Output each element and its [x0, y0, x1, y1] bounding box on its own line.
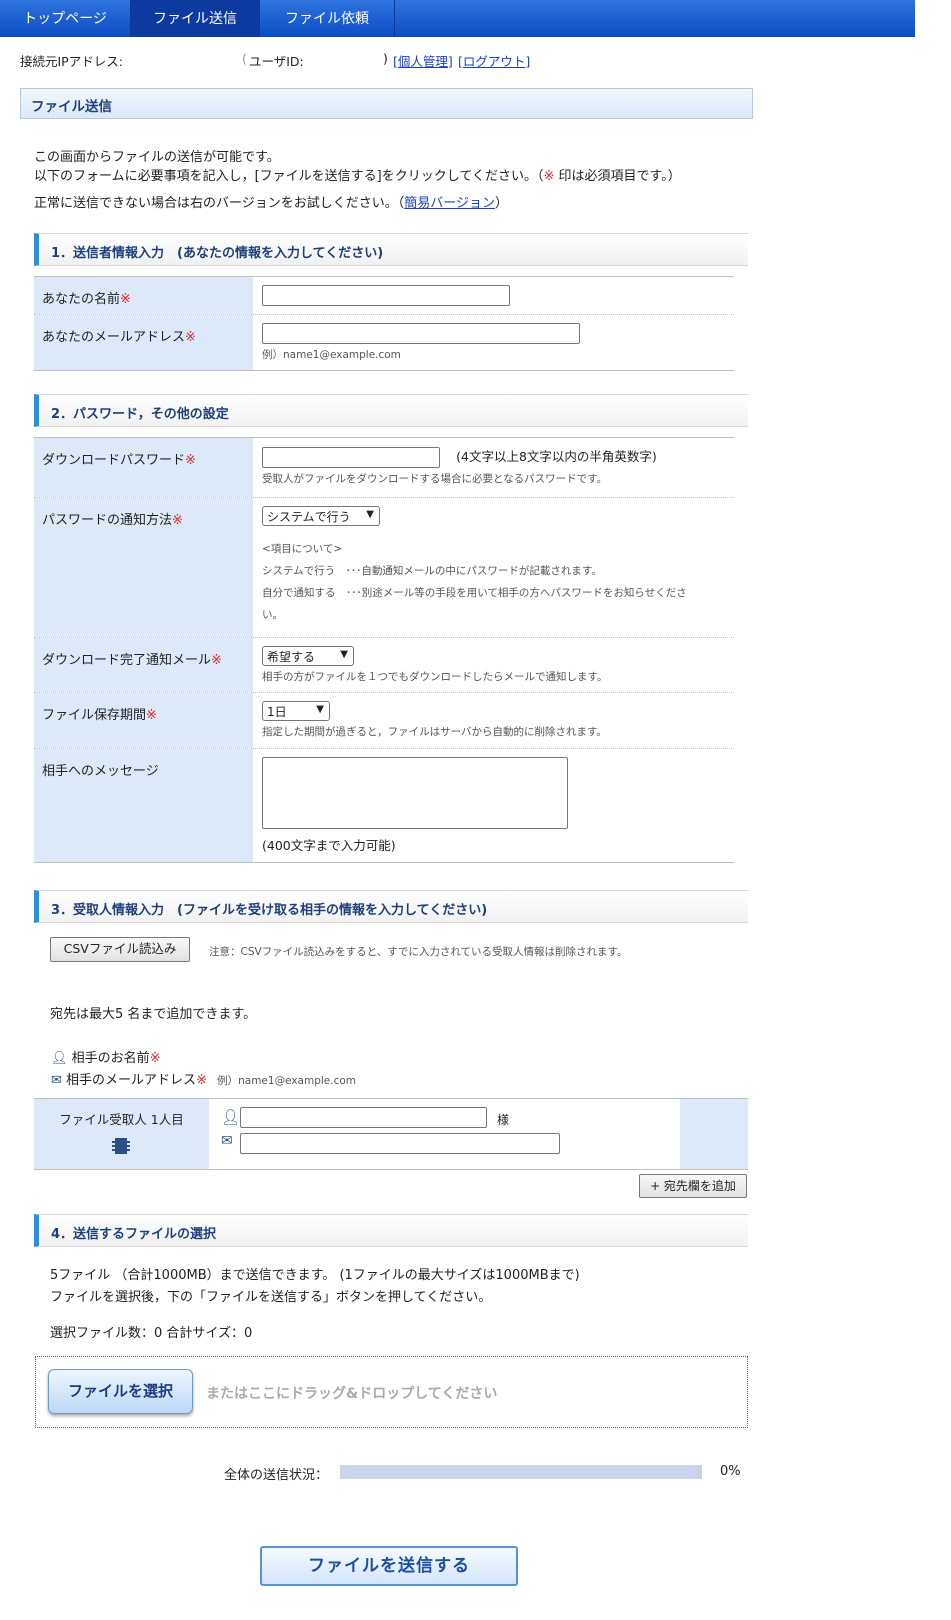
settings-form-table: ダウンロードパスワード※ (4文字以上8文字以内の半角英数字) 受取人がファイル…	[34, 437, 734, 863]
nav-tab-send-file[interactable]: ファイル送信	[131, 0, 260, 37]
honorific-label: 様	[497, 1113, 510, 1127]
progress-percent: 0%	[720, 1464, 741, 1479]
nav-tab-top[interactable]: トップページ	[0, 0, 131, 37]
send-file-button[interactable]: ファイルを送信する	[260, 1546, 518, 1586]
notify-method-select[interactable]: システムで行う ▼	[262, 506, 380, 526]
chevron-down-icon: ▼	[316, 704, 324, 715]
complete-notify-label: ダウンロード完了通知メール※	[34, 638, 253, 692]
person-icon: 👤︎	[51, 1051, 68, 1066]
intro-line-3: 正常に送信できない場合は右のバージョンをお試しください。（簡易バージョン）	[34, 196, 509, 211]
logout-link[interactable]: [ログアウト]	[458, 54, 530, 69]
ip-label: 接続元IPアドレス:	[20, 54, 123, 69]
page-title: ファイル送信	[20, 88, 753, 119]
section-sender-info: 1．送信者情報入力 (あなたの情報を入力してください)	[34, 233, 748, 266]
sender-email-label: あなたのメールアドレス※	[34, 315, 253, 370]
intro-line-1: この画面からファイルの送信が可能です。	[34, 150, 280, 165]
download-password-input[interactable]	[262, 447, 440, 468]
legend-name: 👤︎ 相手のお名前※	[51, 1051, 161, 1066]
message-textarea[interactable]	[262, 757, 568, 829]
drop-hint: またはここにドラッグ&ドロップしてください	[206, 1386, 498, 1402]
message-limit-note: (400文字まで入力可能)	[262, 838, 396, 853]
csv-note: 注意：CSVファイル読込みをすると、すでに入力されている受取人情報は削除されます…	[209, 946, 628, 958]
recipient-label: ファイル受取人 1人目	[59, 1112, 184, 1127]
message-label: 相手へのメッセージ	[34, 749, 253, 862]
progress-label: 全体の送信状況：	[224, 1468, 329, 1483]
legend-email: ✉︎ 相手のメールアドレス※ 例）name1@example.com	[51, 1073, 357, 1088]
nav-tab-file-request[interactable]: ファイル依頼	[260, 0, 395, 37]
password-hint: (4文字以上8文字以内の半角英数字)	[456, 449, 657, 464]
intro-line-2: 以下のフォームに必要事項を記入し，[ファイルを送信する]をクリックしてください。…	[34, 169, 681, 184]
add-recipient-button[interactable]: + 宛先欄を追加	[639, 1174, 747, 1198]
sender-name-label: あなたの名前※	[34, 277, 253, 314]
recipient-row: ファイル受取人 1人目 👤︎ 様 ✉︎	[34, 1098, 748, 1170]
storage-period-label: ファイル保存期間※	[34, 693, 253, 748]
sender-email-input[interactable]	[262, 323, 580, 344]
notify-about: <項目について>	[262, 543, 343, 555]
complete-notify-select[interactable]: 希望する ▼	[262, 646, 354, 666]
top-nav: トップページ ファイル送信 ファイル依頼	[0, 0, 915, 37]
paren-open: (	[242, 51, 247, 66]
chevron-down-icon: ▼	[366, 509, 374, 520]
section-password-settings: 2．パスワード，その他の設定	[34, 394, 748, 427]
mail-icon: ✉︎	[51, 1073, 62, 1088]
sender-email-example: 例）name1@example.com	[262, 349, 401, 361]
max-recipients-text: 宛先は最大5 名まで追加できます。	[50, 1007, 257, 1022]
recipient-name-input[interactable]	[240, 1107, 487, 1128]
storage-period-select[interactable]: 1日 ▼	[262, 701, 330, 721]
personal-settings-link[interactable]: [個人管理]	[393, 54, 453, 69]
file-instruction-text: ファイルを選択後，下の「ファイルを送信する」ボタンを押してください。	[50, 1290, 492, 1305]
overall-progress-bar	[340, 1465, 702, 1479]
notify-option-self-cont: い。	[262, 609, 283, 621]
select-file-button[interactable]: ファイルを選択	[48, 1369, 193, 1414]
notify-option-self: 自分で通知する ･･･別途メール等の手段を用いて相手の方へパスワードをお知らせく…	[262, 587, 687, 599]
mail-icon: ✉︎	[221, 1133, 233, 1149]
sender-form-table: あなたの名前※ あなたのメールアドレス※ 例）name1@example.com	[34, 276, 734, 371]
simple-version-link[interactable]: 簡易バージョン	[404, 196, 495, 211]
csv-import-button[interactable]: CSVファイル読込み	[50, 937, 190, 962]
section-file-select: 4．送信するファイルの選択	[34, 1214, 748, 1247]
notify-method-label: パスワードの通知方法※	[34, 498, 253, 637]
download-password-label: ダウンロードパスワード※	[34, 438, 253, 497]
recipient-email-input[interactable]	[240, 1133, 560, 1154]
section-recipient-info: 3．受取人情報入力 (ファイルを受け取る相手の情報を入力してください)	[34, 890, 748, 923]
person-icon: 👤︎	[221, 1108, 241, 1126]
storage-period-note: 指定した期間が過ぎると，ファイルはサーバから自動的に削除されます。	[262, 726, 607, 738]
notify-option-system: システムで行う ･･･自動通知メールの中にパスワードが記載されます。	[262, 565, 602, 577]
complete-notify-note: 相手の方がファイルを１つでもダウンロードしたらメールで通知します。	[262, 671, 608, 683]
paren-close: )	[383, 51, 388, 66]
file-count-text: 選択ファイル数：0 合計サイズ：0	[50, 1326, 253, 1341]
chevron-down-icon: ▼	[340, 649, 348, 660]
password-note: 受取人がファイルをダウンロードする場合に必要となるパスワードです。	[262, 473, 608, 485]
user-info-bar: 接続元IPアドレス: ( ユーザID: ) [個人管理] [ログアウト]	[20, 51, 900, 69]
sender-name-input[interactable]	[262, 285, 510, 306]
file-limit-text: 5ファイル （合計1000MB）まで送信できます。 (1ファイルの最大サイズは1…	[50, 1268, 580, 1283]
recipient-card-icon	[111, 1135, 131, 1155]
file-drop-zone[interactable]: ファイルを選択 またはここにドラッグ&ドロップしてください	[35, 1356, 748, 1428]
user-id-label: ユーザID:	[249, 54, 304, 69]
